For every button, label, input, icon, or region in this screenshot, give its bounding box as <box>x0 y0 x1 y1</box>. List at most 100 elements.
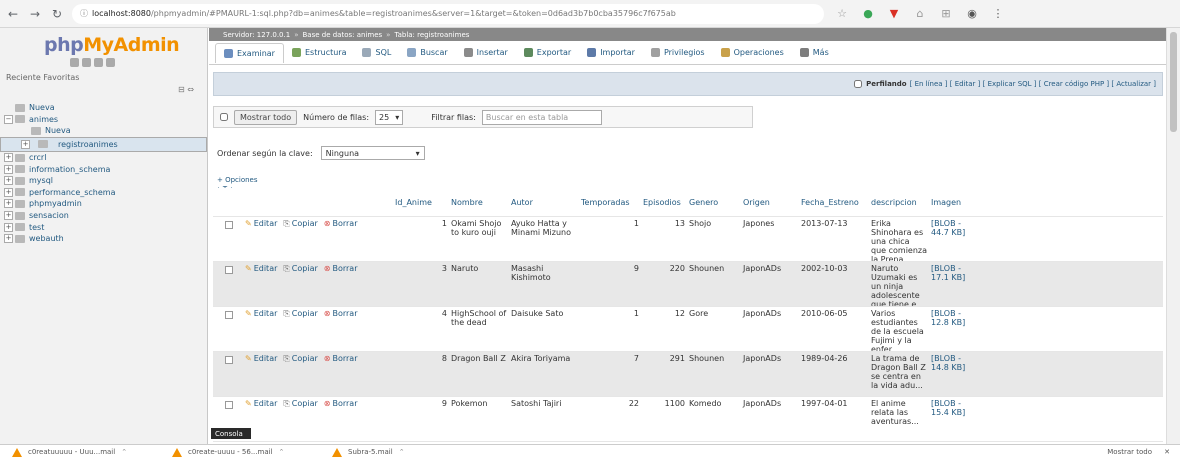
download-item[interactable]: c0reate-uuuu - 56...mail ⌃ <box>160 447 320 457</box>
expand-icon[interactable]: + <box>4 211 13 221</box>
show-all-button[interactable]: Mostrar todo <box>234 109 298 125</box>
docs-icon[interactable] <box>94 58 103 67</box>
column-header[interactable]: Temporadas <box>579 196 641 209</box>
expand-icon[interactable]: + <box>4 234 13 244</box>
tree-item-label[interactable]: performance_schema <box>29 188 116 197</box>
address-bar[interactable]: ⓘ localhost:8080 /phpmyadmin/#PMAURL-1:s… <box>72 3 824 24</box>
copy-button[interactable]: ⎘ Copiar <box>283 399 317 408</box>
expand-icon[interactable]: − <box>4 114 13 124</box>
vertical-scrollbar[interactable] <box>1166 28 1180 444</box>
phpmyadmin-logo[interactable]: phpMyAdmin <box>44 34 180 56</box>
delete-button[interactable]: ⊗ Borrar <box>324 354 358 363</box>
options-label[interactable]: + Opciones <box>217 176 258 185</box>
download-item[interactable]: Subra-5.mail ⌃ <box>320 447 480 457</box>
column-header[interactable]: Origen <box>741 196 799 209</box>
tree-item[interactable]: + crcrl <box>0 152 207 164</box>
scrollbar-thumb[interactable] <box>1170 32 1177 132</box>
tree-item-label[interactable]: crcrl <box>29 153 46 162</box>
table-row[interactable]: ✎ Editar ⎘ Copiar ⊗ Borrar 3 Naruto Masashi Kish… <box>213 262 1163 307</box>
tree-item-label[interactable]: test <box>29 223 44 232</box>
profile-avatar-icon[interactable]: ◉ <box>964 6 980 22</box>
cell-imagen[interactable]: [BLOB - 17.1 KB] <box>929 262 973 306</box>
tree-item[interactable]: + phpmyadmin <box>0 198 207 210</box>
breadcrumb-table[interactable]: Tabla: registroanimes <box>394 31 469 39</box>
tab-operaciones[interactable]: Operaciones <box>713 43 792 63</box>
edit-button[interactable]: ✎ Editar <box>245 219 277 228</box>
expand-icon[interactable]: + <box>21 139 30 149</box>
reload-icon[interactable]: ↻ <box>48 5 66 23</box>
tree-item-label[interactable]: sensacion <box>29 211 69 220</box>
cell-imagen[interactable]: [BLOB - 12.8 KB] <box>929 307 973 351</box>
column-header[interactable]: Autor <box>509 196 579 209</box>
tree-item-label[interactable]: Nueva <box>29 103 55 112</box>
edit-button[interactable]: ✎ Editar <box>245 264 277 273</box>
tree-item[interactable]: Nueva <box>0 125 207 137</box>
row-checkbox[interactable] <box>225 401 233 409</box>
tab-buscar[interactable]: Buscar <box>399 43 455 63</box>
back-icon[interactable]: ← <box>4 5 22 23</box>
expand-icon[interactable] <box>4 103 13 112</box>
star-icon[interactable]: ☆ <box>834 6 850 22</box>
tree-item[interactable]: + sensacion <box>0 210 207 222</box>
column-header[interactable]: descripcion <box>869 196 929 209</box>
table-row[interactable]: ✎ Editar ⎘ Copiar ⊗ Borrar 4 HighSchool of the … <box>213 307 1163 352</box>
cell-imagen[interactable]: [BLOB - 15.4 KB] <box>929 397 973 441</box>
settings-icon[interactable] <box>106 58 115 67</box>
copy-button[interactable]: ⎘ Copiar <box>283 309 317 318</box>
sort-select[interactable]: Ninguna ▾ <box>320 146 425 160</box>
expand-icon[interactable] <box>20 126 29 135</box>
tree-item-label[interactable]: animes <box>29 115 58 124</box>
tab-estructura[interactable]: Estructura <box>284 43 355 63</box>
tree-item[interactable]: + information_schema <box>0 163 207 175</box>
delete-button[interactable]: ⊗ Borrar <box>324 399 358 408</box>
row-checkbox[interactable] <box>225 356 233 364</box>
show-all-checkbox[interactable] <box>220 113 228 121</box>
copy-button[interactable]: ⎘ Copiar <box>283 354 317 363</box>
row-checkbox[interactable] <box>225 266 233 274</box>
breadcrumb-db[interactable]: Base de datos: animes <box>302 31 382 39</box>
delete-button[interactable]: ⊗ Borrar <box>324 309 358 318</box>
query-links[interactable]: [ En línea ] [ Editar ] [ Explicar SQL ]… <box>910 80 1156 88</box>
expand-icon[interactable]: + <box>4 222 13 232</box>
table-row[interactable]: ✎ Editar ⎘ Copiar ⊗ Borrar 9 Pokemon Satoshi Taj… <box>213 397 1163 442</box>
extension-tab-icon[interactable]: ⊞ <box>938 6 954 22</box>
expand-icon[interactable]: + <box>4 199 13 209</box>
tree-item[interactable]: + mysql <box>0 175 207 187</box>
close-icon[interactable]: ✕ <box>1164 448 1170 456</box>
expand-icon[interactable]: + <box>4 153 13 163</box>
chevron-up-icon[interactable]: ⌃ <box>399 448 405 456</box>
console-button[interactable]: Consola <box>211 428 251 439</box>
tree-item-label[interactable]: Nueva <box>45 126 71 135</box>
extension-cloud-icon[interactable]: ⌂ <box>912 6 928 22</box>
extension-icon[interactable]: ● <box>860 6 876 22</box>
expand-icon[interactable]: + <box>4 176 13 186</box>
expand-icon[interactable]: + <box>4 164 13 174</box>
copy-button[interactable]: ⎘ Copiar <box>283 264 317 273</box>
delete-button[interactable]: ⊗ Borrar <box>324 264 358 273</box>
chevron-up-icon[interactable]: ⌃ <box>121 448 127 456</box>
tab-examinar[interactable]: Examinar <box>215 42 284 63</box>
tree-item[interactable]: + performance_schema <box>0 187 207 199</box>
expand-icon[interactable]: + <box>4 187 13 197</box>
tree-item-label[interactable]: information_schema <box>29 165 110 174</box>
breadcrumb-server[interactable]: Servidor: 127.0.0.1 <box>223 31 290 39</box>
tree-item-label[interactable]: mysql <box>29 176 53 185</box>
tab-privilegios[interactable]: Privilegios <box>643 43 713 63</box>
tree-item[interactable]: + webauth <box>0 233 207 245</box>
column-header[interactable]: Id_Anime <box>395 196 449 209</box>
tree-item-label[interactable]: webauth <box>29 234 64 243</box>
tab-insertar[interactable]: Insertar <box>456 43 516 63</box>
table-row[interactable]: ✎ Editar ⎘ Copiar ⊗ Borrar 1 Okami Shojo to kur… <box>213 217 1163 262</box>
cell-imagen[interactable]: [BLOB - 44.7 KB] <box>929 217 973 261</box>
forward-icon[interactable]: → <box>26 5 44 23</box>
edit-button[interactable]: ✎ Editar <box>245 354 277 363</box>
edit-button[interactable]: ✎ Editar <box>245 309 277 318</box>
home-icon[interactable] <box>70 58 79 67</box>
rows-select[interactable]: 25 ▾ <box>375 109 404 125</box>
delete-button[interactable]: ⊗ Borrar <box>324 219 358 228</box>
copy-button[interactable]: ⎘ Copiar <box>283 219 317 228</box>
chevron-up-icon[interactable]: ⌃ <box>279 448 285 456</box>
extension-shield-icon[interactable]: ▼ <box>886 6 902 22</box>
row-checkbox[interactable] <box>225 311 233 319</box>
tab-sql[interactable]: SQL <box>354 43 399 63</box>
